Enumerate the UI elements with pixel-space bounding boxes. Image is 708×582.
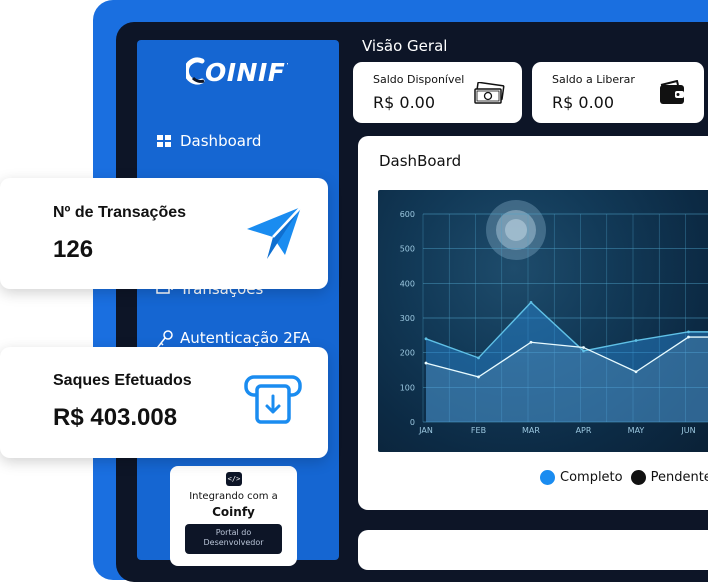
dashboard-title: DashBoard bbox=[379, 152, 462, 170]
y-tick-label: 100 bbox=[400, 383, 415, 392]
stat-value: R$ 0.00 bbox=[552, 93, 615, 112]
svg-text:OINIFY: OINIFY bbox=[205, 58, 288, 86]
legend-swatch bbox=[630, 470, 646, 485]
transactions-value: 126 bbox=[53, 236, 94, 263]
legend-swatch bbox=[540, 470, 555, 485]
x-tick-label: JAN bbox=[418, 426, 433, 435]
sidebar-item-label: Autenticação 2FA bbox=[180, 329, 311, 347]
developer-card-line2: Coinfy bbox=[212, 505, 255, 519]
data-point bbox=[687, 330, 690, 334]
data-point bbox=[634, 370, 638, 374]
cash-icon bbox=[474, 82, 505, 104]
developer-portal-button[interactable]: Portal do Desenvolvedor bbox=[185, 524, 282, 554]
legend-label: Completo bbox=[560, 470, 623, 485]
transactions-label: Nº de Transações bbox=[53, 204, 187, 221]
page-title: Visão Geral bbox=[362, 37, 448, 55]
data-point bbox=[529, 340, 533, 344]
secondary-card bbox=[358, 530, 708, 570]
y-tick-label: 300 bbox=[400, 314, 415, 323]
data-point bbox=[477, 375, 480, 379]
dashboard-chart: 0 100 200 300 400 500 600 JAN FEB MAR APR MAY JUN bbox=[378, 190, 708, 452]
brand-logo[interactable]: OINIFY bbox=[183, 56, 306, 93]
sidebar-item-dashboard[interactable]: Dashboard bbox=[156, 132, 261, 150]
data-point bbox=[529, 301, 533, 304]
stat-card-available: Saldo Disponível R$ 0.00 bbox=[353, 62, 522, 123]
sidebar-item-label: Dashboard bbox=[180, 132, 262, 150]
y-tick-label: 400 bbox=[400, 279, 415, 288]
y-tick-label: 0 bbox=[410, 418, 415, 427]
developer-card-text: Integrando com a Coinfy bbox=[170, 491, 297, 519]
developer-card-line1: Integrando com a bbox=[189, 491, 278, 502]
legend-item-completo[interactable]: Completo bbox=[540, 470, 623, 485]
x-tick-label: FEB bbox=[471, 426, 486, 435]
key-icon bbox=[156, 330, 173, 350]
chart-svg: 0 100 200 300 400 500 600 JAN FEB MAR APR MAY JUN bbox=[400, 200, 708, 435]
data-point bbox=[424, 361, 428, 365]
transactions-count-card: Nº de Transações 126 bbox=[0, 178, 328, 289]
x-tick-label: MAY bbox=[628, 426, 645, 435]
data-point bbox=[582, 349, 585, 353]
data-point bbox=[477, 356, 480, 360]
legend-label: Pendente bbox=[650, 470, 708, 485]
y-tick-label: 200 bbox=[400, 349, 415, 358]
withdrawals-card: Saques Efetuados R$ 403.008 bbox=[0, 347, 328, 458]
developer-card: </> Integrando com a Coinfy Portal do De… bbox=[170, 466, 297, 566]
grid-icon bbox=[156, 133, 172, 149]
x-tick-label: MAR bbox=[522, 426, 540, 435]
withdrawals-value: R$ 403.008 bbox=[53, 404, 178, 431]
atm-withdraw-icon bbox=[244, 375, 302, 424]
stat-value: R$ 0.00 bbox=[373, 93, 436, 112]
y-tick-label: 500 bbox=[400, 245, 415, 254]
x-tick-label: JUN bbox=[680, 426, 695, 435]
withdrawals-label: Saques Efetuados bbox=[53, 372, 192, 389]
code-icon: </> bbox=[226, 472, 242, 486]
stat-card-pending-release: Saldo a Liberar R$ 0.00 bbox=[532, 62, 704, 123]
y-tick-label: 600 bbox=[400, 210, 415, 219]
stat-label: Saldo Disponível bbox=[373, 73, 465, 86]
paper-plane-icon bbox=[247, 206, 302, 259]
stat-label: Saldo a Liberar bbox=[552, 73, 635, 86]
wallet-icon bbox=[660, 80, 684, 104]
x-tick-label: APR bbox=[576, 426, 592, 435]
sidebar-item-2fa[interactable]: Autenticação 2FA bbox=[156, 329, 311, 350]
data-point bbox=[424, 337, 428, 341]
data-point bbox=[687, 335, 690, 339]
data-point bbox=[582, 346, 585, 349]
legend-item-pendente[interactable]: Pendente bbox=[630, 470, 708, 485]
data-point bbox=[634, 339, 638, 342]
chart-legend: Completo Pendente bbox=[540, 470, 708, 485]
coinify-logo-icon: OINIFY bbox=[183, 57, 306, 87]
